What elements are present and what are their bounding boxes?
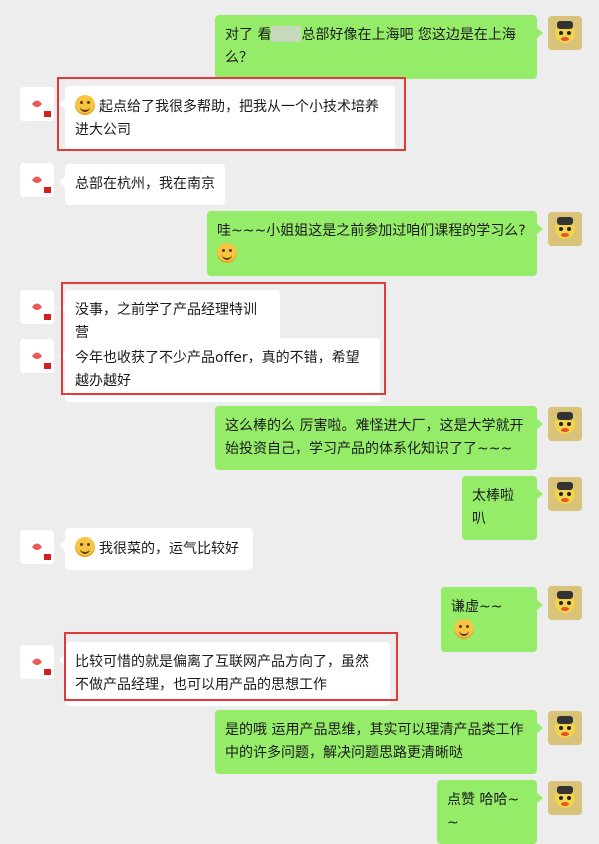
message-text: 这么棒的么 厉害啦。难怪进大厂，这是大学就开始投资自己，学习产品的体系化知识了了… bbox=[225, 418, 524, 457]
message-bubble[interactable]: 哇~~~小姐姐这是之前参加过咱们课程的学习么? bbox=[207, 211, 543, 276]
thinking-emoji bbox=[217, 243, 237, 263]
message-text: 谦虚~~ bbox=[451, 599, 503, 615]
message-text: 没事，之前学了产品经理特训营 bbox=[75, 302, 257, 341]
message-bubble[interactable]: 点赞 哈哈~~ bbox=[437, 780, 543, 844]
redacted-text-block bbox=[271, 26, 302, 42]
message-bubble[interactable]: 是的哦 运用产品思维，其实可以理清产品类工作中的许多问题，解决问题思路更清晰哒 bbox=[215, 710, 543, 774]
contact-avatar[interactable] bbox=[20, 163, 54, 197]
message-text: 是的哦 运用产品思维，其实可以理清产品类工作中的许多问题，解决问题思路更清晰哒 bbox=[225, 722, 524, 761]
message-text: 我很菜的，运气比较好 bbox=[99, 541, 239, 557]
crying-laughing-emoji bbox=[75, 537, 95, 557]
self-avatar[interactable] bbox=[548, 407, 582, 441]
crying-laughing-emoji bbox=[75, 95, 95, 115]
message-bubble[interactable]: 谦虚~~ bbox=[441, 587, 543, 652]
message-bubble[interactable]: 起点给了我很多帮助，把我从一个小技术培养进大公司 bbox=[59, 86, 395, 151]
message-bubble[interactable]: 今年也收获了不少产品offer，真的不错，希望越办越好 bbox=[59, 338, 380, 402]
message-text: 今年也收获了不少产品offer，真的不错，希望越办越好 bbox=[75, 350, 360, 389]
self-avatar[interactable] bbox=[548, 711, 582, 745]
message-bubble[interactable]: 比较可惜的就是偏离了互联网产品方向了，虽然不做产品经理，也可以用产品的思想工作 bbox=[59, 642, 390, 706]
self-avatar[interactable] bbox=[548, 477, 582, 511]
chat-window: 对了 看总部好像在上海吧 您这边是在上海么？ 起点给了我很多帮助，把我从一个小技… bbox=[0, 0, 599, 844]
shy-smile-emoji bbox=[454, 619, 474, 639]
self-avatar[interactable] bbox=[548, 212, 582, 246]
self-avatar[interactable] bbox=[548, 586, 582, 620]
contact-avatar[interactable] bbox=[20, 290, 54, 324]
message-bubble[interactable]: 对了 看总部好像在上海吧 您这边是在上海么？ bbox=[215, 15, 543, 79]
message-bubble[interactable]: 这么棒的么 厉害啦。难怪进大厂，这是大学就开始投资自己，学习产品的体系化知识了了… bbox=[215, 406, 543, 470]
self-avatar[interactable] bbox=[548, 781, 582, 815]
message-bubble[interactable]: 我很菜的，运气比较好 bbox=[59, 528, 253, 570]
message-text: 比较可惜的就是偏离了互联网产品方向了，虽然不做产品经理，也可以用产品的思想工作 bbox=[75, 654, 369, 693]
message-text: 太棒啦叭 bbox=[472, 488, 514, 527]
message-bubble[interactable]: 总部在杭州，我在南京 bbox=[59, 164, 225, 205]
self-avatar[interactable] bbox=[548, 16, 582, 50]
contact-avatar[interactable] bbox=[20, 339, 54, 373]
message-text: 点赞 哈哈~~ bbox=[447, 792, 520, 831]
message-text: 起点给了我很多帮助，把我从一个小技术培养进大公司 bbox=[75, 99, 379, 138]
message-text: 对了 看 bbox=[225, 27, 272, 43]
contact-avatar[interactable] bbox=[20, 530, 54, 564]
message-bubble[interactable]: 太棒啦叭 bbox=[462, 476, 543, 540]
message-text: 哇~~~小姐姐这是之前参加过咱们课程的学习么? bbox=[217, 223, 526, 239]
message-text: 总部在杭州，我在南京 bbox=[75, 176, 215, 192]
contact-avatar[interactable] bbox=[20, 87, 54, 121]
contact-avatar[interactable] bbox=[20, 645, 54, 679]
